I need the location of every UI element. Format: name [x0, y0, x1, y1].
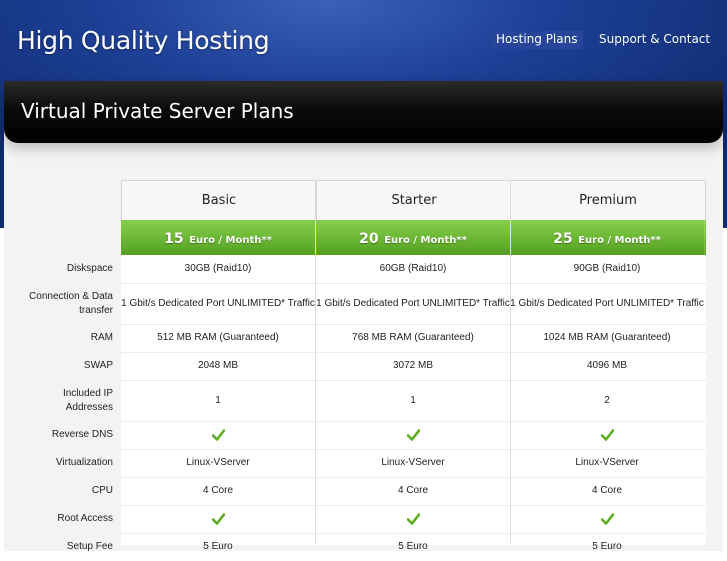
cell-value: Linux-VServer [381, 457, 445, 468]
checkmark-icon [406, 429, 420, 441]
table-cell [121, 421, 315, 449]
panel-header: Virtual Private Server Plans [4, 81, 723, 143]
plan-header-premium: Premium [510, 180, 706, 220]
price-basic: 15 Euro / Month** [121, 220, 316, 255]
row-label: Connection & Data transfer [29, 290, 113, 316]
row-label: RAM [90, 332, 113, 343]
cell-value: 90GB (Raid10) [573, 263, 641, 274]
row-label: Virtualization [55, 457, 113, 468]
nav-support-contact[interactable]: Support & Contact [599, 31, 710, 49]
price-unit: Euro / Month** [189, 235, 272, 246]
price-amount: 20 [359, 231, 379, 247]
table-cell: 60GB (Raid10) [316, 255, 510, 283]
cell-value: 4 Core [397, 485, 428, 496]
cell-value: Linux-VServer [575, 457, 639, 468]
table-cell: Linux-VServer [510, 449, 704, 477]
cell-value: 3072 MB [392, 360, 434, 371]
table-cell: 2048 MB [121, 352, 315, 380]
table-cell [510, 505, 704, 533]
checkmark-icon [600, 429, 614, 441]
table-cell: 1 [121, 380, 315, 421]
row-label: CPU [91, 485, 113, 496]
cell-value: 30GB (Raid10) [184, 263, 252, 274]
cell-value: 2048 MB [197, 360, 239, 371]
table-cell: 3072 MB [316, 352, 510, 380]
cell-value: 512 MB RAM (Guaranteed) [157, 332, 279, 343]
table-cell: 768 MB RAM (Guaranteed) [316, 324, 510, 352]
table-cell [316, 505, 510, 533]
row-label: Root Access [57, 513, 113, 524]
plan-header-basic: Basic [121, 180, 317, 220]
table-cell: 4 Core [316, 477, 510, 505]
price-amount: 25 [553, 231, 573, 247]
cell-value: 4 Core [202, 485, 233, 496]
plan-header-starter: Starter [316, 180, 512, 220]
table-cell [316, 421, 510, 449]
cell-value: 1 [215, 394, 221, 406]
cell-value: 4 Core [591, 485, 622, 496]
table-cell: 512 MB RAM (Guaranteed) [121, 324, 315, 352]
price-premium: 25 Euro / Month** [510, 220, 705, 255]
cell-value: 1 Gbit/s Dedicated Port UNLIMITED* Traff… [510, 297, 704, 309]
table-cell: 30GB (Raid10) [121, 255, 315, 283]
table-cell: 5 Euro [121, 533, 315, 561]
cell-value: Linux-VServer [186, 457, 250, 468]
price-unit: Euro / Month** [578, 235, 661, 246]
cell-value: 768 MB RAM (Guaranteed) [352, 332, 474, 343]
table-cell: Linux-VServer [121, 449, 315, 477]
table-cell: 4 Core [121, 477, 315, 505]
table-cell: 4096 MB [510, 352, 704, 380]
cell-value: 1 Gbit/s Dedicated Port UNLIMITED* Traff… [121, 297, 315, 309]
table-cell: 2 [510, 380, 704, 421]
table-cell: 90GB (Raid10) [510, 255, 704, 283]
checkmark-icon [600, 513, 614, 525]
table-cell: Linux-VServer [316, 449, 510, 477]
table-cell: 1 Gbit/s Dedicated Port UNLIMITED* Traff… [316, 283, 510, 324]
cell-value: 5 Euro [592, 541, 622, 552]
nav-hosting-plans[interactable]: Hosting Plans [490, 31, 584, 49]
table-cell: 5 Euro [510, 533, 704, 561]
table-cell: 4 Core [510, 477, 704, 505]
cell-value: 4096 MB [586, 360, 628, 371]
cell-value: 60GB (Raid10) [379, 263, 447, 274]
cell-value: 1 [410, 394, 416, 406]
cell-value: 5 Euro [398, 541, 428, 552]
checkmark-icon [211, 429, 225, 441]
checkmark-icon [406, 513, 420, 525]
cell-value: 2 [604, 394, 610, 406]
page-title: Virtual Private Server Plans [21, 99, 294, 123]
price-starter: 20 Euro / Month** [316, 220, 511, 255]
table-cell: 1 [316, 380, 510, 421]
price-unit: Euro / Month** [384, 235, 467, 246]
table-cell: 5 Euro [316, 533, 510, 561]
cell-value: 5 Euro [203, 541, 233, 552]
row-label: SWAP [83, 360, 113, 371]
price-amount: 15 [164, 231, 184, 247]
row-label: Diskspace [66, 263, 113, 274]
table-cell: 1024 MB RAM (Guaranteed) [510, 324, 704, 352]
cell-value: 1 Gbit/s Dedicated Port UNLIMITED* Traff… [316, 297, 510, 309]
table-cell [121, 505, 315, 533]
table-cell: 1 Gbit/s Dedicated Port UNLIMITED* Traff… [510, 283, 704, 324]
cell-value: 1024 MB RAM (Guaranteed) [543, 332, 671, 343]
table-cell: 1 Gbit/s Dedicated Port UNLIMITED* Traff… [121, 283, 315, 324]
row-label: Included IP Addresses [62, 387, 113, 413]
site-logo[interactable]: High Quality Hosting [17, 26, 270, 55]
row-label: Reverse DNS [51, 429, 113, 440]
table-cell [510, 421, 704, 449]
checkmark-icon [211, 513, 225, 525]
row-label: Setup Fee [66, 541, 113, 552]
